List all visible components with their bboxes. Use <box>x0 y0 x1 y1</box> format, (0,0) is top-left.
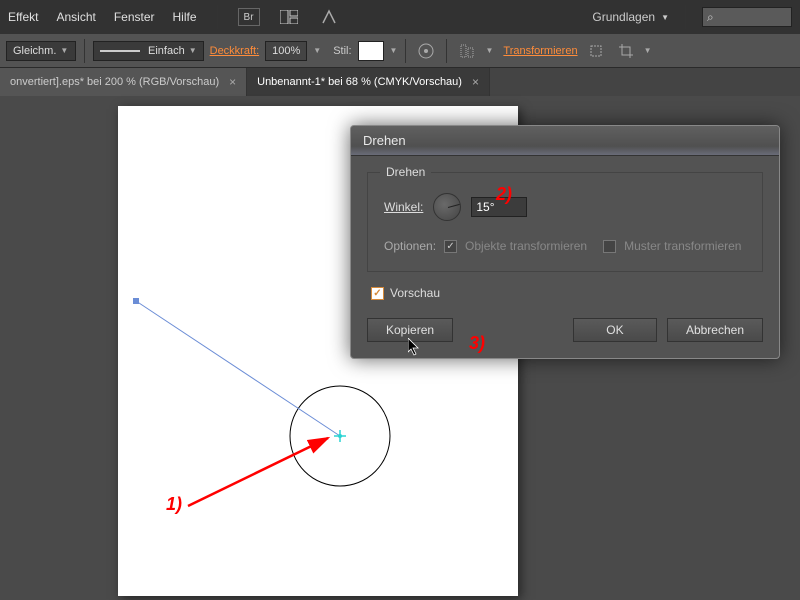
align-dropdown[interactable]: Gleichm.▼ <box>6 41 76 61</box>
angle-input-field[interactable] <box>476 200 522 214</box>
stroke-profile-dropdown[interactable]: Einfach▼ <box>93 41 204 61</box>
transform-patterns-checkbox[interactable] <box>603 240 616 253</box>
options-label: Optionen: <box>384 239 436 253</box>
workspace-label: Grundlagen <box>592 10 655 24</box>
opacity-label[interactable]: Deckkraft: <box>210 45 260 57</box>
chevron-down-icon: ▼ <box>661 13 669 22</box>
menu-bar: Effekt Ansicht Fenster Hilfe Br Grundlag… <box>0 0 800 34</box>
menu-effekt[interactable]: Effekt <box>8 10 38 24</box>
menu-fenster[interactable]: Fenster <box>114 10 155 24</box>
rotate-fieldset: Drehen Winkel: Optionen: Objekte transfo… <box>367 172 763 272</box>
chevron-down-icon: ▼ <box>189 46 197 55</box>
cursor-icon <box>408 338 422 358</box>
tab-document-1[interactable]: onvertiert].eps* bei 200 % (RGB/Vorschau… <box>0 68 247 96</box>
menu-ansicht[interactable]: Ansicht <box>56 10 95 24</box>
close-icon[interactable]: × <box>229 75 236 89</box>
recolor-icon[interactable] <box>414 39 438 63</box>
opacity-field[interactable]: 100% <box>265 41 307 61</box>
search-icon: ⌕ <box>707 10 714 25</box>
chevron-down-icon[interactable]: ▼ <box>390 46 398 55</box>
chevron-down-icon: ▼ <box>60 46 68 55</box>
crop-icon[interactable] <box>614 39 638 63</box>
arrange-documents-icon[interactable] <box>278 6 300 28</box>
close-icon[interactable]: × <box>472 75 479 89</box>
transform-objects-checkbox[interactable] <box>444 240 457 253</box>
angle-label: Winkel: <box>384 200 423 214</box>
ok-button[interactable]: OK <box>573 318 657 342</box>
options-bar: Gleichm.▼ Einfach▼ Deckkraft: 100% ▼ Sti… <box>0 34 800 68</box>
preview-label: Vorschau <box>390 286 440 300</box>
chevron-down-icon[interactable]: ▼ <box>485 46 493 55</box>
document-tabs: onvertiert].eps* bei 200 % (RGB/Vorschau… <box>0 68 800 96</box>
tab-label: onvertiert].eps* bei 200 % (RGB/Vorschau… <box>10 76 219 88</box>
dialog-titlebar[interactable]: Drehen <box>351 126 779 156</box>
rotate-dialog: Drehen Drehen Winkel: Optionen: Objekte … <box>350 125 780 359</box>
preview-checkbox[interactable] <box>371 287 384 300</box>
chevron-down-icon[interactable]: ▼ <box>313 46 321 55</box>
align-panel-icon[interactable] <box>455 39 479 63</box>
angle-dial[interactable] <box>433 193 461 221</box>
chevron-down-icon[interactable]: ▼ <box>644 46 652 55</box>
tab-document-2[interactable]: Unbenannt-1* bei 68 % (CMYK/Vorschau) × <box>247 68 490 96</box>
workspace-switcher[interactable]: Grundlagen ▼ <box>592 10 669 24</box>
transform-objects-label: Objekte transformieren <box>465 239 587 253</box>
fieldset-legend: Drehen <box>380 165 431 179</box>
style-swatch[interactable] <box>358 41 384 61</box>
transform-link[interactable]: Transformieren <box>503 45 577 57</box>
cancel-button[interactable]: Abbrechen <box>667 318 763 342</box>
gpu-icon[interactable] <box>318 6 340 28</box>
tab-label: Unbenannt-1* bei 68 % (CMYK/Vorschau) <box>257 76 462 88</box>
style-label: Stil: <box>333 45 351 57</box>
angle-input[interactable] <box>471 197 527 217</box>
transform-patterns-label: Muster transformieren <box>624 239 741 253</box>
bridge-icon[interactable]: Br <box>238 8 260 26</box>
dialog-title: Drehen <box>363 133 406 148</box>
menu-hilfe[interactable]: Hilfe <box>173 10 197 24</box>
search-input[interactable]: ⌕ <box>702 7 792 27</box>
isolate-icon[interactable] <box>584 39 608 63</box>
